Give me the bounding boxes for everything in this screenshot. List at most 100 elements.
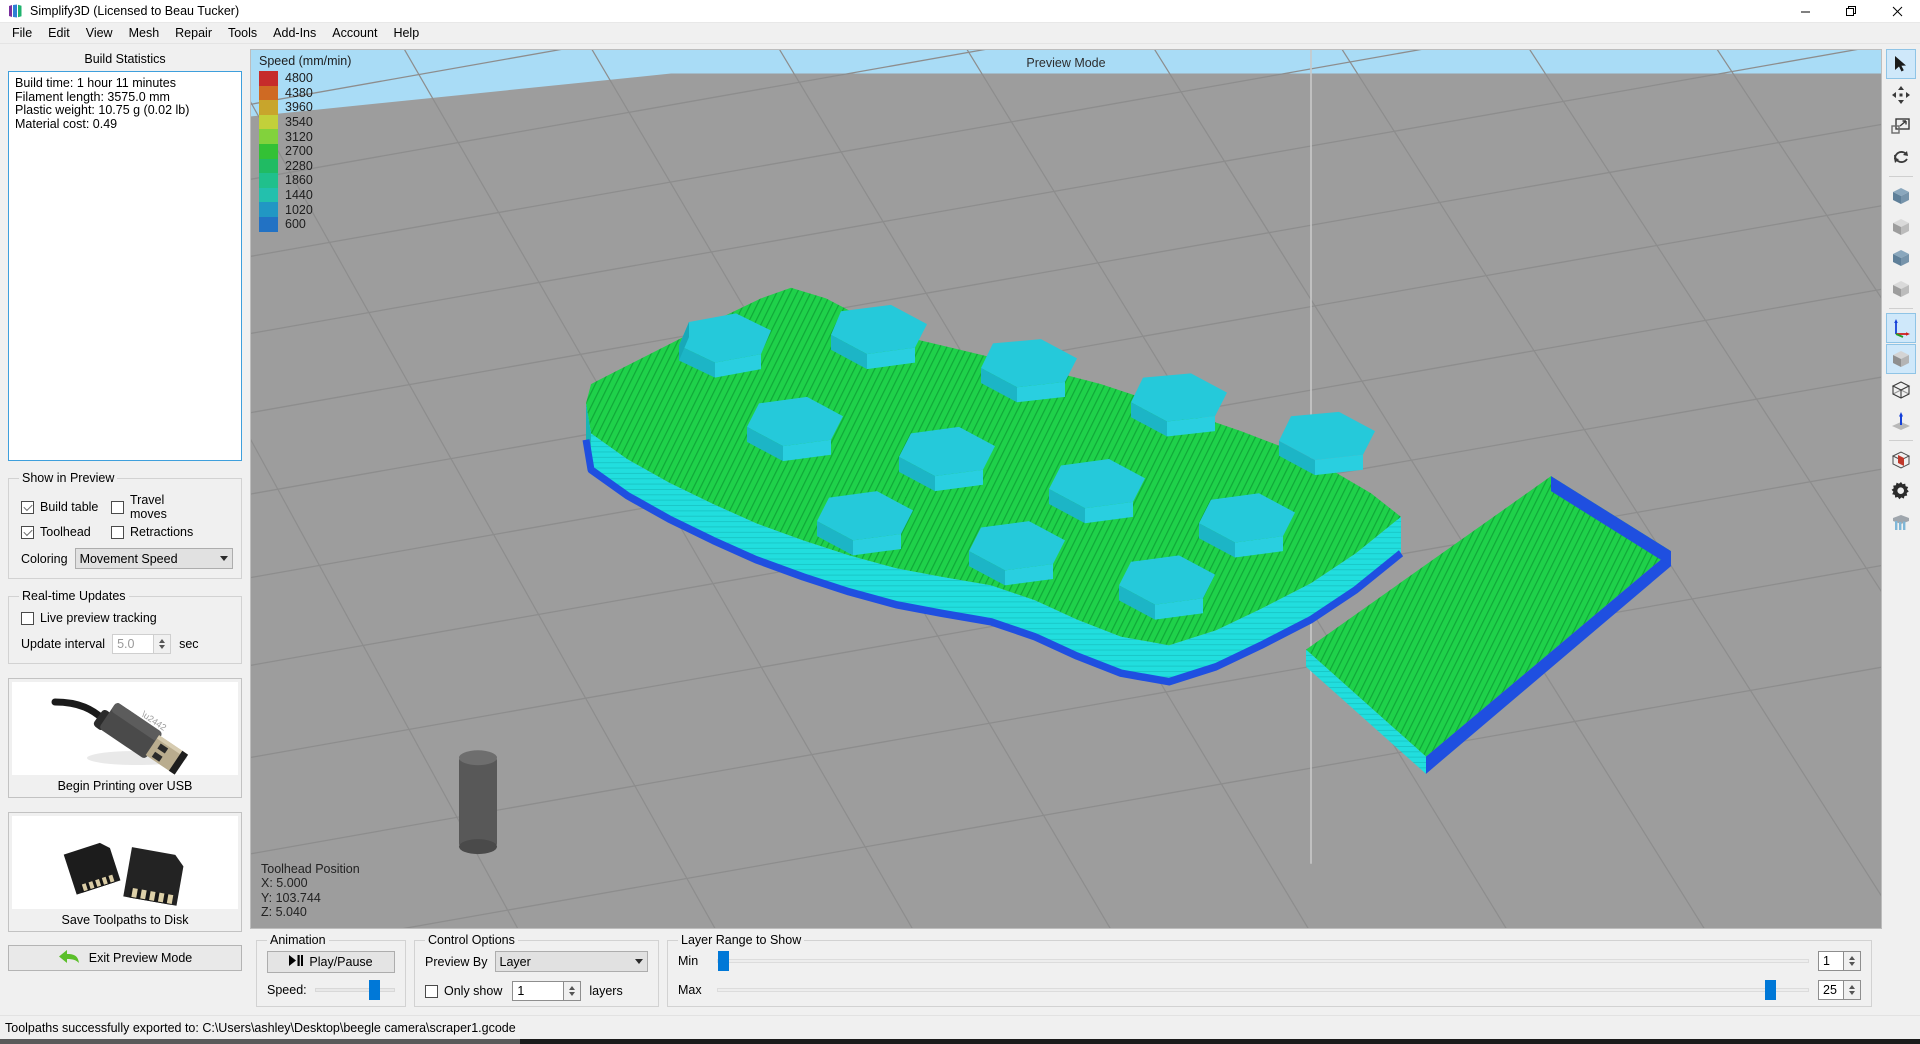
close-button[interactable] <box>1874 0 1920 23</box>
update-interval-spin-buttons[interactable] <box>154 634 172 654</box>
legend-value: 3120 <box>285 129 313 144</box>
toolbar-divider <box>1889 440 1913 441</box>
layer-range-min-thumb[interactable] <box>718 951 729 971</box>
title-bar: Simplify3D (Licensed to Beau Tucker) <box>0 0 1920 23</box>
update-interval-value[interactable]: 5.0 <box>112 634 155 654</box>
layer-range-max-row: Max 25 <box>678 980 1861 1000</box>
only-show-label: Only show <box>444 984 503 998</box>
realtime-updates-title: Real-time Updates <box>22 589 126 603</box>
menu-view[interactable]: View <box>78 23 121 43</box>
control-options-title: Control Options <box>428 933 515 947</box>
only-show-checkbox-icon[interactable] <box>425 984 438 998</box>
checkbox-live-preview-tracking[interactable]: Live preview tracking <box>21 611 157 625</box>
sd-card-image <box>12 816 238 909</box>
control-options-group: Control Options Preview By Layer Only sh… <box>414 933 659 1007</box>
scroll-thumb[interactable] <box>0 1039 520 1044</box>
spin-up-icon[interactable] <box>1849 985 1855 989</box>
show-in-preview-row-2: Toolhead Retractions <box>21 525 233 539</box>
pan-tool-button[interactable] <box>1886 80 1916 110</box>
legend-value: 1860 <box>285 173 313 188</box>
update-interval-stepper[interactable]: 5.0 <box>112 634 172 654</box>
only-show-stepper[interactable]: 1 <box>512 981 582 1001</box>
menu-add-ins[interactable]: Add-Ins <box>265 23 324 43</box>
legend-value: 4380 <box>285 85 313 100</box>
preview-by-select[interactable]: Layer <box>494 951 648 972</box>
checkbox-retractions[interactable]: Retractions <box>111 525 201 539</box>
move-arrows-icon <box>1892 86 1910 104</box>
legend-color-swatch <box>259 114 278 130</box>
live-preview-tracking-checkbox-icon[interactable] <box>21 611 34 625</box>
view-bottom-button[interactable] <box>1886 274 1916 304</box>
rotate-arrows-icon <box>1894 151 1908 163</box>
exit-preview-mode-button[interactable]: Exit Preview Mode <box>8 945 242 971</box>
checkbox-toolhead[interactable]: Toolhead <box>21 525 111 539</box>
main-body: Build Statistics Build time: 1 hour 11 m… <box>0 44 1920 1015</box>
build-table-checkbox-icon[interactable] <box>21 500 34 514</box>
spin-down-icon[interactable] <box>159 645 166 649</box>
layer-min-spin-buttons[interactable] <box>1844 951 1861 971</box>
animation-speed-thumb[interactable] <box>368 980 380 1000</box>
only-show-value[interactable]: 1 <box>512 981 565 1001</box>
view-wireframe-button[interactable] <box>1886 375 1916 405</box>
rotate-tool-button[interactable] <box>1886 142 1916 172</box>
menu-file[interactable]: File <box>4 23 40 43</box>
menu-help[interactable]: Help <box>385 23 427 43</box>
3d-viewport[interactable]: Preview Mode Speed (mm/min) 4800 4380 3960… <box>250 49 1882 929</box>
view-axes-button[interactable] <box>1886 313 1916 343</box>
view-top-button[interactable] <box>1886 212 1916 242</box>
zoom-region-tool-button[interactable] <box>1886 111 1916 141</box>
support-structures-button[interactable] <box>1886 507 1916 537</box>
layer-range-max-stepper[interactable]: 25 <box>1818 980 1861 1000</box>
cross-section-tool-button[interactable] <box>1886 445 1916 475</box>
animation-speed-slider[interactable] <box>314 980 395 1000</box>
coloring-select[interactable]: Movement Speed <box>74 548 233 569</box>
layer-range-max-thumb[interactable] <box>1764 980 1776 1000</box>
legend-row: 1440 <box>259 187 351 203</box>
checkbox-travel-moves[interactable]: Travel moves <box>111 493 201 521</box>
settings-gear-button[interactable] <box>1886 476 1916 506</box>
layer-range-min-value[interactable]: 1 <box>1818 951 1844 971</box>
view-solid-button[interactable] <box>1886 344 1916 374</box>
legend-color-swatch <box>259 143 278 159</box>
save-toolpaths-to-disk-button[interactable]: Save Toolpaths to Disk <box>8 812 242 932</box>
toolhead-checkbox-icon[interactable] <box>21 525 34 539</box>
play-pause-button[interactable]: Play/Pause <box>267 951 395 973</box>
travel-moves-checkbox-icon[interactable] <box>111 500 124 514</box>
application-window: Simplify3D (Licensed to Beau Tucker) Fil… <box>0 0 1920 1044</box>
layer-range-max-value[interactable]: 25 <box>1818 980 1844 1000</box>
view-iso-front-button[interactable] <box>1886 181 1916 211</box>
spin-up-icon[interactable] <box>159 639 166 643</box>
preview-by-row: Preview By Layer <box>425 951 648 972</box>
coloring-label: Coloring <box>21 551 68 566</box>
spin-down-icon[interactable] <box>1849 991 1855 995</box>
cross-section-icon <box>1891 451 1911 469</box>
menu-account[interactable]: Account <box>324 23 385 43</box>
legend-color-swatch <box>259 158 278 174</box>
only-show-spin-buttons[interactable] <box>564 981 582 1001</box>
viewport-column: Preview Mode Speed (mm/min) 4800 4380 3960… <box>250 44 1882 1015</box>
retractions-checkbox-icon[interactable] <box>111 525 124 539</box>
layer-range-max-slider[interactable] <box>717 980 1809 1000</box>
legend-row: 3960 <box>259 100 351 115</box>
layer-max-spin-buttons[interactable] <box>1844 980 1861 1000</box>
view-iso-back-button[interactable] <box>1886 243 1916 273</box>
menu-tools[interactable]: Tools <box>220 23 265 43</box>
view-ground-plane-button[interactable] <box>1886 406 1916 436</box>
menu-edit[interactable]: Edit <box>40 23 78 43</box>
layer-range-min-slider[interactable] <box>717 951 1809 971</box>
maximize-button[interactable] <box>1828 0 1874 23</box>
begin-printing-over-usb-button[interactable]: \u2442 Begin Printing over USB <box>8 678 242 798</box>
minimize-button[interactable] <box>1782 0 1828 23</box>
bottom-scroll-strip[interactable] <box>0 1039 1920 1044</box>
spin-up-icon[interactable] <box>1849 956 1855 960</box>
layer-range-min-stepper[interactable]: 1 <box>1818 951 1861 971</box>
menu-repair[interactable]: Repair <box>167 23 220 43</box>
spin-down-icon[interactable] <box>569 992 576 996</box>
select-tool-button[interactable] <box>1886 49 1916 79</box>
update-interval-unit: sec <box>179 637 199 651</box>
spin-up-icon[interactable] <box>569 986 576 990</box>
legend-value: 2280 <box>285 158 313 173</box>
spin-down-icon[interactable] <box>1849 962 1855 966</box>
menu-mesh[interactable]: Mesh <box>121 23 168 43</box>
checkbox-build-table[interactable]: Build table <box>21 500 111 514</box>
